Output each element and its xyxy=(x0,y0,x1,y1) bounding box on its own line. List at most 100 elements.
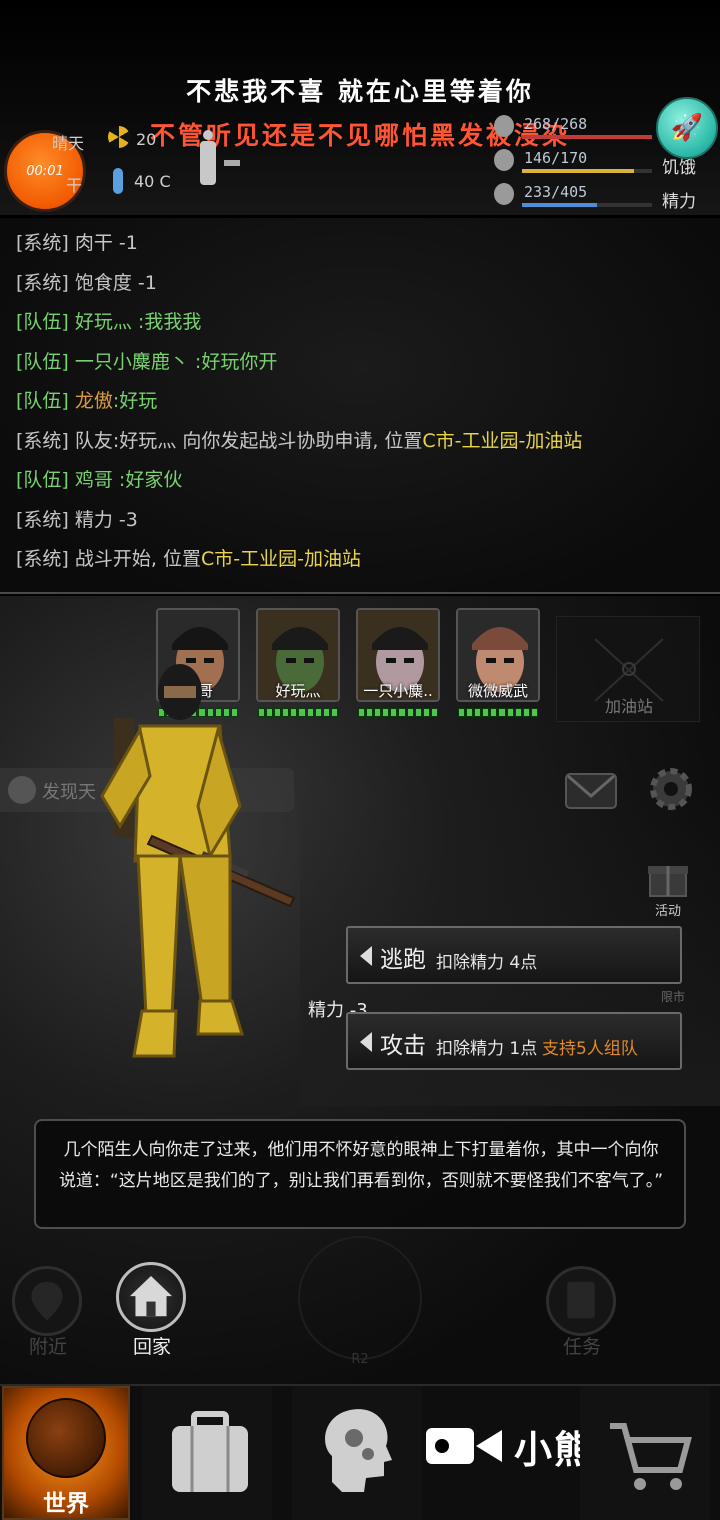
battle-scene: 鸡哥好玩灬一只小麋..微微威武 加油站 发现天 活动 限市 xyxy=(0,596,720,1386)
narrative-dialog: 几个陌生人向你走了过来，他们用不怀好意的眼神上下打量着你，其中一个向你说道：“这… xyxy=(34,1119,686,1229)
player-character xyxy=(100,664,296,1058)
brain-icon xyxy=(494,183,514,205)
attack-cost: 扣除精力 1点 xyxy=(436,1039,538,1059)
nearby-label: 附近 xyxy=(28,1336,67,1358)
rocket-icon: 🚀 xyxy=(670,113,704,143)
thermometer-icon xyxy=(113,168,123,194)
suitcase-icon xyxy=(172,1411,248,1492)
scroll-icon xyxy=(567,1281,595,1319)
stomach-icon xyxy=(494,149,514,171)
enemy-hp-bar xyxy=(458,708,538,717)
tab-skills[interactable] xyxy=(292,1386,422,1520)
radar-circle xyxy=(298,1236,422,1360)
task-button[interactable] xyxy=(546,1266,616,1336)
log-entry: [系统] 肉干 -1 xyxy=(16,228,138,255)
log-entry: [系统] 队友:好玩灬 向你发起战斗协助申请, 位置C市-工业园-加油站 xyxy=(16,426,582,453)
log-message: 饱食度 -1 xyxy=(74,271,157,294)
hp-fill xyxy=(522,135,652,139)
log-entry: [队伍] 龙傲:好玩 xyxy=(16,386,157,413)
record-timer: 00:01 xyxy=(26,163,64,179)
log-entry: [系统] 饱食度 -1 xyxy=(16,268,157,295)
enemy-card[interactable]: 一只小麋.. xyxy=(356,608,442,720)
character-status-icon[interactable] xyxy=(198,130,218,186)
log-entry: [队伍] 一只小麋鹿丶 :好玩你开 xyxy=(16,347,277,374)
temperature-value: 40 C xyxy=(134,172,171,191)
narrative-text: 几个陌生人向你走了过来，他们用不怀好意的眼神上下打量着你，其中一个向你说道：“这… xyxy=(58,1140,664,1191)
map-pin-icon xyxy=(31,1281,63,1321)
envelope-icon xyxy=(565,773,617,809)
energy-fill xyxy=(522,203,598,207)
log-entry: [系统] 战斗开始, 位置C市-工业园-加油站 xyxy=(16,544,361,571)
activity-gift-button[interactable]: 活动 xyxy=(640,856,696,919)
weather-label: 晴天 xyxy=(52,134,85,153)
tab-shop[interactable] xyxy=(580,1386,710,1520)
flee-label: 逃跑 xyxy=(380,947,426,973)
enemy-card[interactable]: 微微威武 xyxy=(456,608,542,720)
hp-value: 268/268 xyxy=(524,115,588,133)
log-message: 鸡哥 :好家伙 xyxy=(74,469,183,491)
flee-button[interactable]: 逃跑 扣除精力 4点 xyxy=(346,926,682,984)
cart-icon xyxy=(610,1423,692,1490)
attack-button[interactable]: 攻击 扣除精力 1点 支持5人组队 xyxy=(346,1012,682,1070)
gift-icon xyxy=(648,866,688,897)
skull-icon xyxy=(8,776,36,804)
home-button[interactable] xyxy=(116,1262,186,1332)
nearby-button[interactable] xyxy=(12,1266,82,1336)
region-label: 干 xyxy=(66,176,83,195)
enemy-name: 微微威武 xyxy=(467,682,528,700)
attack-team-note: 支持5人组队 xyxy=(542,1039,638,1059)
log-message: :好玩 xyxy=(112,390,158,412)
rocket-boost-button[interactable]: 🚀 xyxy=(656,97,718,159)
head-gears-icon xyxy=(325,1409,392,1492)
status-bar: 不悲我不喜 就在心里等着你 不管听见还是不见哪怕黑发被浸染 00:01 晴天 干… xyxy=(0,0,720,215)
enemy-name: 一只小麋.. xyxy=(363,682,433,700)
left-arrow-icon xyxy=(360,1032,372,1052)
heart-icon xyxy=(494,115,514,137)
radar-label: R2 xyxy=(351,1352,369,1367)
log-player-name[interactable]: 龙傲 xyxy=(75,390,113,412)
log-message: 精力 -3 xyxy=(74,508,138,531)
attack-label: 攻击 xyxy=(380,1033,426,1059)
mail-button[interactable] xyxy=(560,766,622,816)
log-message: 肉干 -1 xyxy=(74,232,138,254)
video-camera-icon xyxy=(426,1428,502,1464)
energy-value: 233/405 xyxy=(524,183,588,201)
task-label: 任务 xyxy=(562,1336,601,1358)
log-message: 好玩灬 :我我我 xyxy=(74,311,202,333)
log-channel-tag: [系统] xyxy=(16,508,69,531)
bottom-nav: 世界 小熊录屏 xyxy=(0,1384,720,1520)
log-channel-tag: [系统] xyxy=(16,429,69,452)
log-channel-tag: [队伍] xyxy=(16,469,69,491)
settings-button[interactable] xyxy=(640,758,702,820)
enemy-hp-bar xyxy=(358,708,438,717)
lyric-line-1: 不悲我不喜 就在心里等着你 xyxy=(186,77,534,106)
gift-label: 活动 xyxy=(654,904,681,919)
message-log[interactable]: [系统] 肉干 -1 [系统] 饱食度 -1 [队伍] 好玩灬 :我我我 [队伍] 一… xyxy=(0,218,720,799)
side-faded-label: 限市 xyxy=(660,990,685,1004)
log-message: 一只小麋鹿丶 :好玩你开 xyxy=(74,350,278,373)
log-message: 队友:好玩灬 向你发起战斗协助申请, 位置 xyxy=(74,429,423,452)
log-location-link[interactable]: C市-工业园-加油站 xyxy=(201,548,361,570)
radiation-value: 20 xyxy=(136,130,157,149)
left-arrow-icon xyxy=(360,946,372,966)
home-label: 回家 xyxy=(132,1336,171,1358)
energy-bar: 233/405 精力 xyxy=(494,181,720,212)
house-icon xyxy=(129,1275,173,1317)
tab-inventory[interactable] xyxy=(142,1386,272,1520)
radiation-icon xyxy=(108,126,130,148)
log-entry: [队伍] 鸡哥 :好家伙 xyxy=(16,465,182,492)
hunger-value: 146/170 xyxy=(524,149,588,167)
tab-world[interactable]: 世界 xyxy=(2,1386,130,1520)
log-location-link[interactable]: C市-工业园-加油站 xyxy=(422,430,582,452)
note-icon xyxy=(224,160,240,166)
log-channel-tag: [队伍] xyxy=(16,390,69,412)
location-marker[interactable]: 加油站 xyxy=(556,616,700,722)
tab-world-label: 世界 xyxy=(43,1491,89,1517)
log-channel-tag: [系统] xyxy=(16,232,69,254)
hunger-fill xyxy=(522,169,634,173)
gear-icon xyxy=(650,768,692,810)
log-entry: [队伍] 好玩灬 :我我我 xyxy=(16,307,201,334)
log-channel-tag: [队伍] xyxy=(16,350,69,373)
log-entry: [系统] 精力 -3 xyxy=(16,505,138,532)
flee-cost: 扣除精力 4点 xyxy=(436,953,538,973)
